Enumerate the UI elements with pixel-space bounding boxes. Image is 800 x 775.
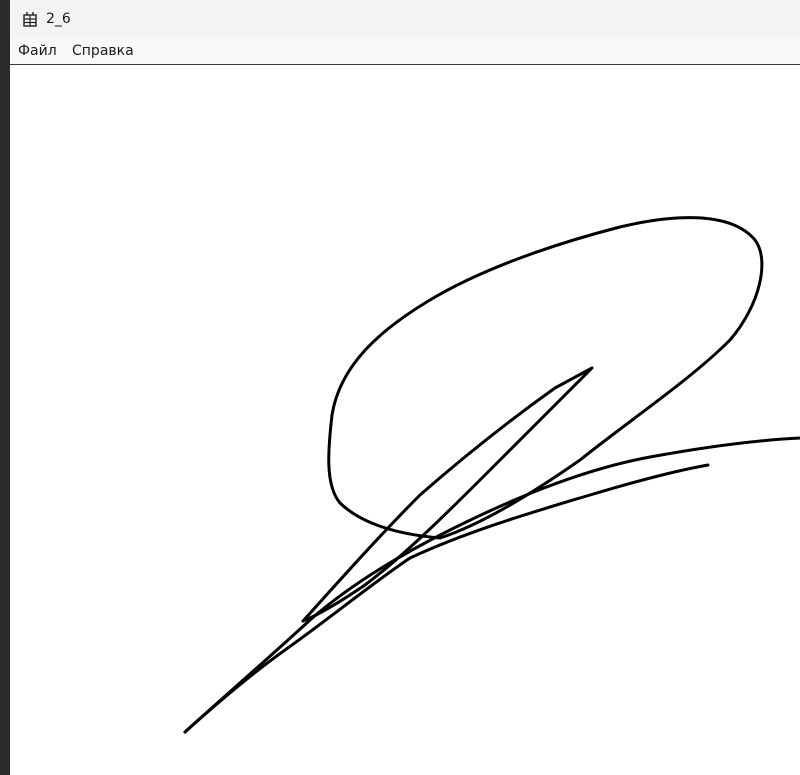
desktop-background-edge <box>0 0 10 775</box>
freehand-stroke-long <box>183 436 800 734</box>
window-title: 2_6 <box>46 11 71 27</box>
drawing-canvas[interactable] <box>10 65 800 775</box>
menu-bar: Файл Справка <box>10 39 800 65</box>
drawing-surface[interactable] <box>10 65 800 775</box>
menu-file[interactable]: Файл <box>18 43 57 60</box>
menu-help[interactable]: Справка <box>72 43 134 60</box>
freehand-stroke-loop <box>327 216 764 540</box>
app-window: 2_6 Файл Справка <box>10 0 800 775</box>
app-grid-icon <box>22 11 38 27</box>
title-bar[interactable]: 2_6 <box>10 0 800 39</box>
freehand-stroke-spike <box>301 366 594 623</box>
freehand-stroke-lower <box>183 463 710 734</box>
